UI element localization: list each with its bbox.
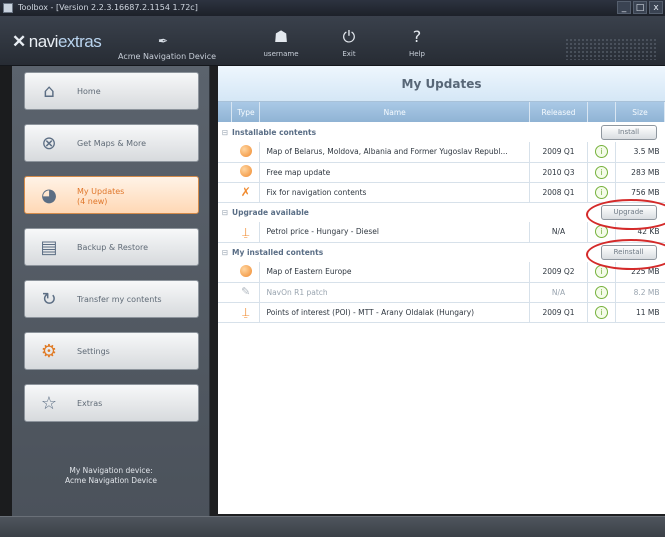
main-panel: My Updates Type Name Released Size ⊟ Ins…	[218, 66, 665, 514]
help-button[interactable]: ? Help	[391, 26, 443, 58]
group-label: Upgrade available	[231, 202, 588, 222]
collapse-toggle[interactable]: ⊟	[218, 242, 232, 262]
exit-button[interactable]: ⏻ Exit	[323, 26, 375, 58]
title-bar: Toolbox - [Version 2.2.3.16687.2.1154 1.…	[0, 0, 665, 16]
user-button[interactable]: ☗ username	[255, 26, 307, 58]
status-bar	[0, 516, 665, 537]
group-installed: ⊟ My installed contents Reinstall	[218, 238, 665, 270]
group-label: Installable contents	[231, 122, 588, 142]
user-icon: ☗	[273, 27, 289, 46]
group-upgrade: ⊟ Upgrade available Upgrade	[218, 198, 665, 230]
maximize-button[interactable]: □	[633, 1, 647, 14]
info-icon[interactable]: i	[594, 185, 608, 199]
pin-icon: ⍊	[242, 224, 250, 239]
sidebar-item-settings[interactable]: ⚙ Settings	[24, 332, 199, 370]
help-icon: ?	[412, 27, 422, 46]
table-row[interactable]: ✎ NavOn R1 patch N/A i 8.2 MB	[218, 282, 665, 303]
column-header-name: Name	[259, 102, 531, 122]
map-icon	[239, 144, 252, 157]
updates-table: Type Name Released Size ⊟ Installable co…	[218, 102, 665, 323]
column-header-size: Size	[615, 102, 665, 122]
device-connection-icon: ✒	[158, 34, 169, 48]
device-info: My Navigation device: Acme Navigation De…	[65, 466, 157, 485]
table-row[interactable]: Free map update 2010 Q3 i 283 MB	[218, 162, 665, 183]
map-icon	[239, 264, 252, 277]
page-title: My Updates	[218, 66, 665, 102]
home-icon: ⌂	[43, 81, 55, 102]
arrow-circle-icon: ⊗	[41, 133, 57, 154]
sidebar-item-backup[interactable]: ▤ Backup & Restore	[24, 228, 199, 266]
decorative-pattern	[565, 38, 657, 60]
table-row[interactable]: Map of Belarus, Moldova, Albania and For…	[218, 142, 665, 163]
sidebar: ⌂ Home ⊗ Get Maps & More ◕ My Updates (4 …	[12, 66, 210, 516]
info-icon[interactable]: i	[594, 145, 608, 159]
new-count-badge: (4 new)	[77, 197, 108, 206]
column-header-type: Type	[231, 102, 261, 122]
minimize-button[interactable]: _	[617, 1, 631, 14]
wrench-icon: ✗	[240, 185, 251, 199]
collapse-toggle[interactable]: ⊟	[218, 202, 232, 222]
transfer-icon: ↻	[41, 289, 57, 310]
reinstall-button[interactable]: Reinstall	[585, 238, 665, 270]
info-icon[interactable]: i	[594, 285, 608, 299]
patch-icon: ✎	[241, 285, 251, 298]
updates-icon: ◕	[41, 185, 57, 206]
install-button[interactable]: Install	[600, 124, 657, 140]
info-icon[interactable]: i	[594, 165, 608, 179]
top-bar: ✕ naviextras ✒ Acme Navigation Device ☗ us…	[0, 16, 665, 66]
column-header-released: Released	[529, 102, 588, 122]
close-button[interactable]: x	[649, 1, 663, 14]
connected-device-label: Acme Navigation Device	[118, 52, 217, 61]
gear-icon: ⚙	[40, 341, 58, 362]
group-installable: ⊟ Installable contents Install	[218, 122, 665, 142]
power-icon: ⏻	[342, 27, 356, 46]
table-row[interactable]: ✗ Fix for navigation contents 2008 Q1 i …	[218, 182, 665, 203]
window-edge	[0, 66, 12, 516]
sidebar-item-home[interactable]: ⌂ Home	[24, 72, 199, 110]
app-icon	[3, 3, 13, 13]
collapse-toggle[interactable]: ⊟	[218, 122, 232, 142]
pin-icon: ⍊	[242, 305, 250, 319]
info-icon[interactable]: i	[594, 305, 608, 319]
group-label: My installed contents	[231, 242, 588, 262]
star-icon: ☆	[40, 393, 58, 414]
sidebar-item-get-maps[interactable]: ⊗ Get Maps & More	[24, 124, 199, 162]
window-title: Toolbox - [Version 2.2.3.16687.2.1154 1.…	[18, 3, 198, 12]
naviextras-logo: ✕ naviextras	[12, 32, 102, 51]
upgrade-button[interactable]: Upgrade	[585, 198, 665, 230]
table-row[interactable]: ⍊ Points of interest (POI) - MTT - Arany…	[218, 302, 665, 323]
sidebar-item-my-updates[interactable]: ◕ My Updates (4 new)	[24, 176, 199, 214]
sidebar-item-extras[interactable]: ☆ Extras	[24, 384, 199, 422]
sidebar-item-transfer[interactable]: ↻ Transfer my contents	[24, 280, 199, 318]
map-icon	[239, 165, 252, 177]
backup-icon: ▤	[40, 237, 58, 258]
